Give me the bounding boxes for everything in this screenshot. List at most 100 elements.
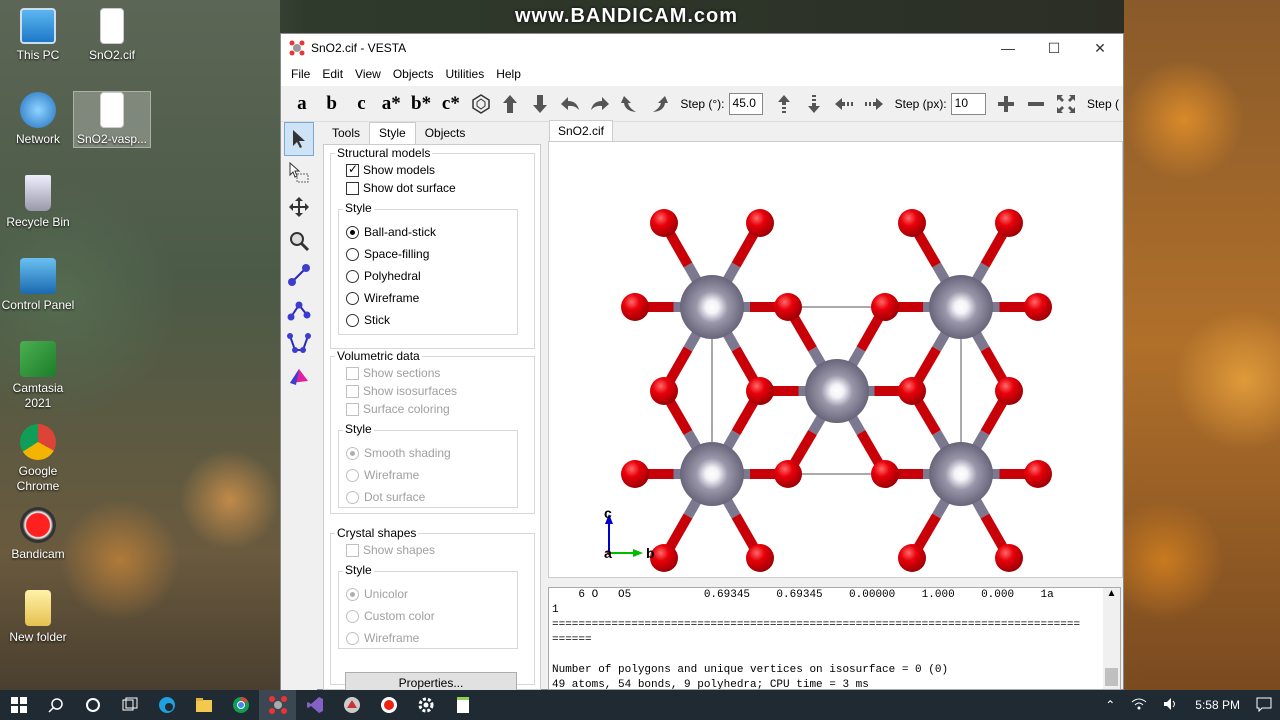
step-degree-input[interactable]: 45.0 bbox=[728, 92, 764, 115]
chrome-taskbar-icon[interactable] bbox=[222, 690, 259, 720]
oxygen-atom[interactable] bbox=[1024, 460, 1052, 488]
oxygen-atom[interactable] bbox=[1024, 293, 1052, 321]
show-isosurfaces-checkbox[interactable]: Show isosurfaces bbox=[346, 384, 457, 398]
desktop-icon-chrome[interactable]: Google Chrome bbox=[0, 424, 76, 494]
oxygen-atom[interactable] bbox=[746, 209, 774, 237]
translate-down-icon[interactable] bbox=[799, 92, 829, 116]
oxygen-atom[interactable] bbox=[871, 293, 899, 321]
tray-chevron-up-icon[interactable]: ⌃ bbox=[1105, 698, 1115, 712]
desktop-icon-this-pc[interactable]: This PC bbox=[0, 8, 76, 63]
vesta-taskbar-icon[interactable] bbox=[259, 690, 296, 720]
rotate-down-icon[interactable] bbox=[525, 92, 555, 116]
view-along-a-star-button[interactable]: a* bbox=[376, 93, 406, 115]
notepad-icon[interactable] bbox=[444, 690, 481, 720]
crystal-wireframe-radio[interactable]: Wireframe bbox=[346, 631, 419, 645]
style-wireframe-radio[interactable]: Wireframe bbox=[346, 291, 419, 305]
oxygen-atom[interactable] bbox=[995, 209, 1023, 237]
view-along-c-button[interactable]: c bbox=[347, 93, 377, 115]
desktop-icon-sno2-vasp[interactable]: SnO2-vasp... bbox=[73, 91, 151, 148]
scroll-thumb[interactable] bbox=[1105, 668, 1118, 686]
menu-file[interactable]: File bbox=[285, 67, 316, 81]
style-stick-radio[interactable]: Stick bbox=[346, 313, 390, 327]
desktop-icon-bandicam[interactable]: Bandicam bbox=[0, 507, 76, 562]
custom-color-radio[interactable]: Custom color bbox=[346, 609, 435, 623]
translate-up-icon[interactable] bbox=[769, 92, 799, 116]
oxygen-atom[interactable] bbox=[898, 377, 926, 405]
oxygen-atom[interactable] bbox=[898, 209, 926, 237]
minimize-button[interactable]: — bbox=[985, 34, 1031, 62]
rotate-cw-icon[interactable] bbox=[645, 92, 675, 116]
fit-to-screen-icon[interactable] bbox=[1051, 92, 1081, 116]
rotate-up-icon[interactable] bbox=[496, 92, 526, 116]
smooth-shading-radio[interactable]: Smooth shading bbox=[346, 446, 451, 460]
translate-right-icon[interactable] bbox=[859, 92, 889, 116]
tin-atom[interactable] bbox=[929, 275, 993, 339]
task-view-icon[interactable] bbox=[111, 690, 148, 720]
translate-tool-icon[interactable] bbox=[284, 190, 314, 224]
app-taskbar-icon[interactable] bbox=[333, 690, 370, 720]
scroll-up-icon[interactable]: ▲ bbox=[1103, 588, 1120, 604]
tab-objects[interactable]: Objects bbox=[416, 123, 475, 144]
edge-icon[interactable] bbox=[148, 690, 185, 720]
show-sections-checkbox[interactable]: Show sections bbox=[346, 366, 440, 380]
rotate-left-icon[interactable] bbox=[555, 92, 585, 116]
oxygen-atom[interactable] bbox=[995, 377, 1023, 405]
oxygen-atom[interactable] bbox=[871, 460, 899, 488]
structure-viewer[interactable]: c a b bbox=[548, 141, 1123, 578]
rotate-right-icon[interactable] bbox=[585, 92, 615, 116]
tin-atom[interactable] bbox=[680, 442, 744, 506]
angle-tool-icon[interactable] bbox=[284, 292, 314, 326]
polyhedron-view-icon[interactable] bbox=[466, 92, 496, 116]
oxygen-atom[interactable] bbox=[995, 544, 1023, 572]
translate-left-icon[interactable] bbox=[829, 92, 859, 116]
menu-utilities[interactable]: Utilities bbox=[440, 67, 491, 81]
lattice-plane-tool-icon[interactable] bbox=[284, 360, 314, 394]
crystal-structure-canvas[interactable]: c a b bbox=[549, 142, 1124, 579]
step-px-input[interactable]: 10 bbox=[950, 92, 986, 115]
maximize-button[interactable]: ☐ bbox=[1031, 34, 1077, 62]
tab-style[interactable]: Style bbox=[369, 122, 416, 144]
view-tab-sno2[interactable]: SnO2.cif bbox=[549, 120, 614, 142]
title-bar[interactable]: SnO2.cif - VESTA — ☐ ✕ bbox=[281, 34, 1123, 62]
tab-tools[interactable]: Tools bbox=[323, 123, 369, 144]
show-shapes-checkbox[interactable]: Show shapes bbox=[346, 543, 435, 557]
search-icon[interactable] bbox=[37, 690, 74, 720]
view-along-a-button[interactable]: a bbox=[287, 93, 317, 115]
oxygen-atom[interactable] bbox=[650, 209, 678, 237]
oxygen-atom[interactable] bbox=[898, 544, 926, 572]
oxygen-atom[interactable] bbox=[621, 460, 649, 488]
volumetric-wireframe-radio[interactable]: Wireframe bbox=[346, 468, 419, 482]
tin-atom[interactable] bbox=[680, 275, 744, 339]
tin-atom[interactable] bbox=[805, 359, 869, 423]
zoom-in-icon[interactable] bbox=[992, 92, 1022, 116]
oxygen-atom[interactable] bbox=[774, 293, 802, 321]
console-scrollbar[interactable]: ▲ bbox=[1103, 588, 1120, 689]
view-along-c-star-button[interactable]: c* bbox=[436, 93, 466, 115]
region-select-icon[interactable] bbox=[284, 156, 314, 190]
magnify-tool-icon[interactable] bbox=[284, 224, 314, 258]
oxygen-atom[interactable] bbox=[621, 293, 649, 321]
desktop-icon-control-panel[interactable]: Control Panel bbox=[0, 258, 76, 313]
zoom-out-icon[interactable] bbox=[1021, 92, 1051, 116]
distance-tool-icon[interactable] bbox=[284, 258, 314, 292]
clock-time[interactable]: 5:58 PM bbox=[1195, 698, 1240, 712]
rotate-ccw-icon[interactable] bbox=[615, 92, 645, 116]
menu-objects[interactable]: Objects bbox=[387, 67, 440, 81]
unicolor-radio[interactable]: Unicolor bbox=[346, 587, 408, 601]
show-models-checkbox[interactable]: Show models bbox=[346, 162, 435, 177]
settings-gear-icon[interactable] bbox=[407, 690, 444, 720]
desktop-icon-recycle-bin[interactable]: Recycle Bin bbox=[0, 175, 76, 230]
visual-studio-icon[interactable] bbox=[296, 690, 333, 720]
dot-surface-radio[interactable]: Dot surface bbox=[346, 490, 425, 504]
style-ball-and-stick-radio[interactable]: Ball-and-stick bbox=[346, 225, 436, 239]
desktop-icon-network[interactable]: Network bbox=[0, 92, 76, 147]
oxygen-atom[interactable] bbox=[774, 460, 802, 488]
menu-edit[interactable]: Edit bbox=[316, 67, 349, 81]
volume-icon[interactable] bbox=[1163, 697, 1179, 714]
menu-view[interactable]: View bbox=[349, 67, 387, 81]
show-dot-surface-checkbox[interactable]: Show dot surface bbox=[346, 181, 456, 195]
view-along-b-button[interactable]: b bbox=[317, 93, 347, 115]
close-button[interactable]: ✕ bbox=[1077, 34, 1123, 62]
menu-help[interactable]: Help bbox=[490, 67, 527, 81]
desktop-icon-camtasia[interactable]: Camtasia 2021 bbox=[0, 341, 76, 411]
